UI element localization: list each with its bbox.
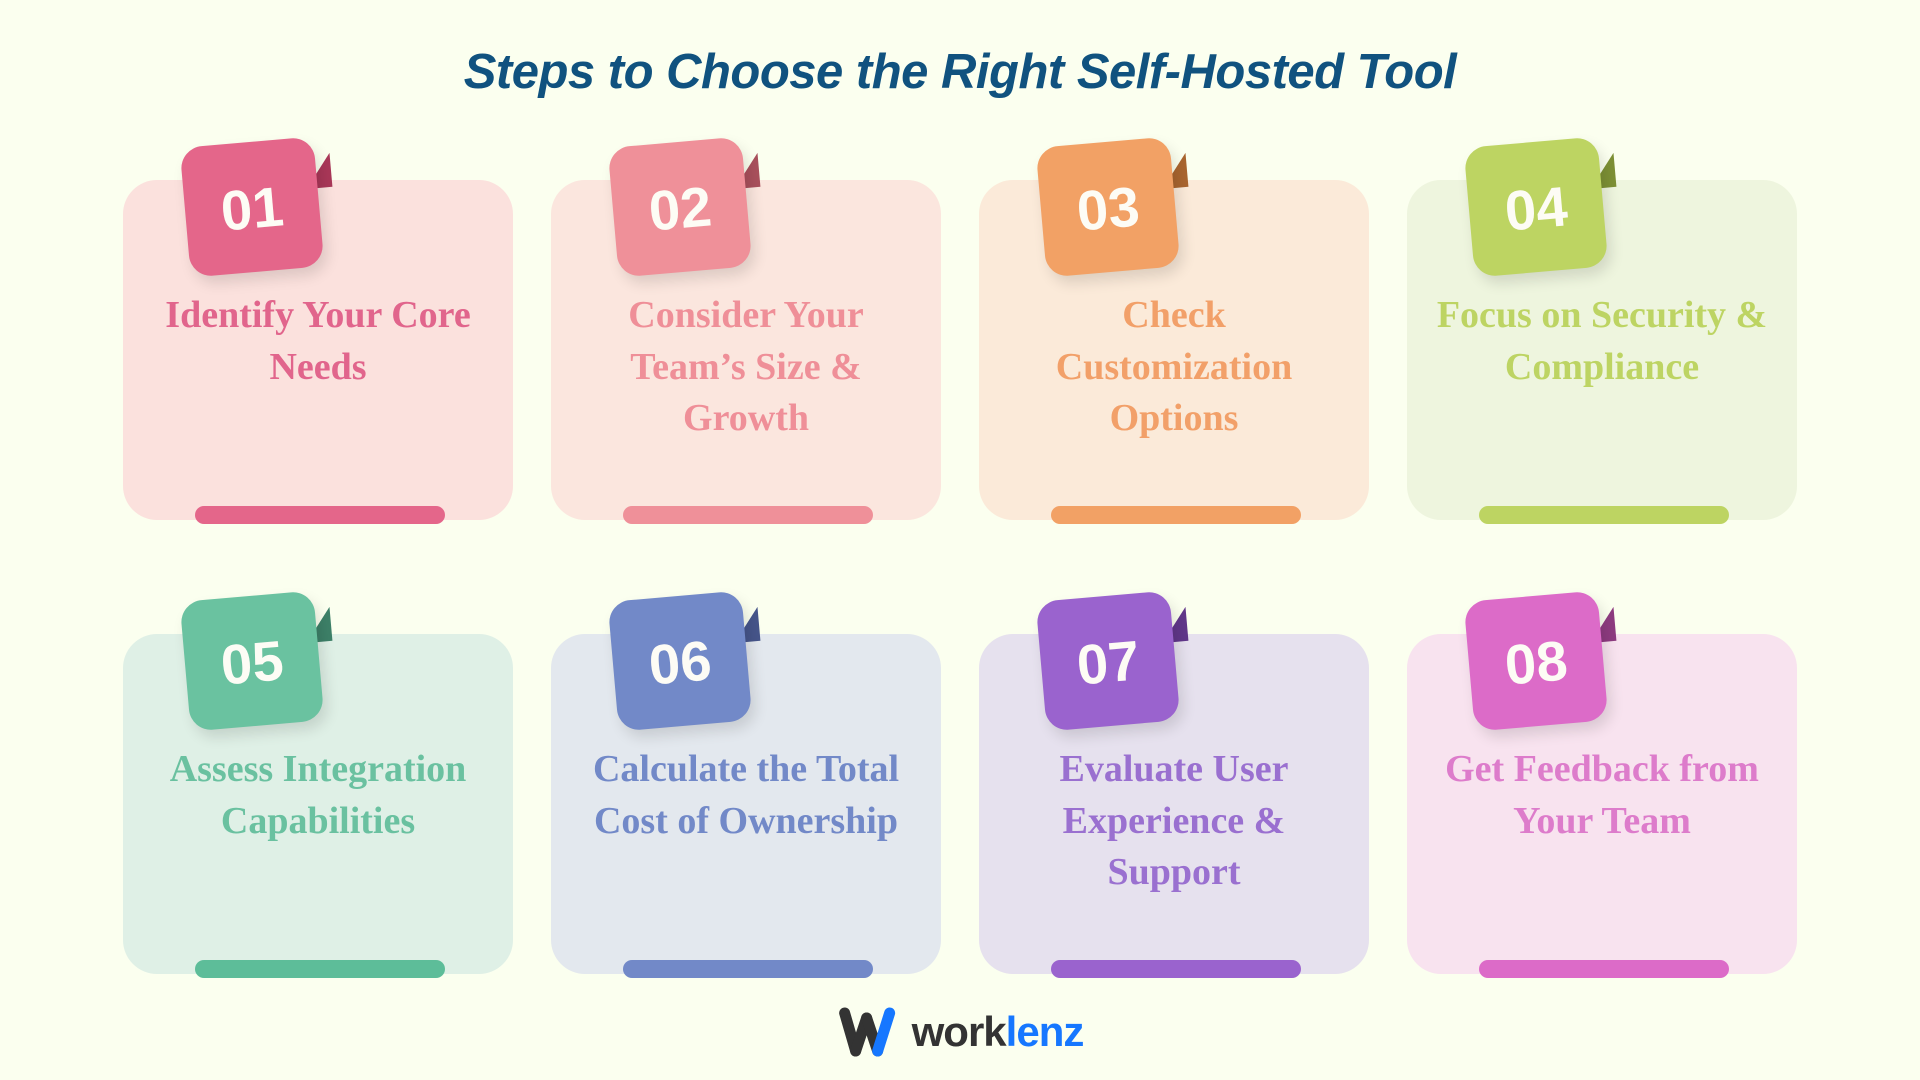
worklenz-wordmark: work lenz [911,1008,1085,1055]
step-title: Consider Your Team’s Size & Growth [628,293,864,440]
step-card-05: 05 Assess Integration Capabilities [123,590,513,978]
step-number-badge: 08 [1463,590,1609,732]
steps-grid: 01 Identify Your Core Needs 02 Consider … [120,136,1800,978]
logo-text-work: work [911,1008,1007,1055]
card-accent-bar [195,505,445,524]
logo-text-lenz: lenz [1005,1008,1085,1055]
step-number-badge: 06 [607,590,753,732]
page-title: Steps to Choose the Right Self-Hosted To… [463,45,1457,99]
step-title: Identify Your Core Needs [165,293,471,388]
card-accent-bar [623,505,873,524]
step-number-badge: 02 [607,136,753,278]
step-number-label: 06 [646,628,714,697]
card-accent-bar [1479,505,1729,524]
step-card-07: 07 Evaluate User Experience & Support [979,590,1369,978]
step-number-badge: 07 [1035,590,1181,732]
step-number-badge: 05 [179,590,325,732]
step-number-label: 04 [1502,174,1570,243]
step-number-badge: 04 [1463,136,1609,278]
step-title: Assess Integration Capabilities [169,747,467,842]
step-title: Get Feedback from Your Team [1445,747,1759,842]
step-card-02: 02 Consider Your Team’s Size & Growth [551,136,941,524]
card-accent-bar [623,959,873,978]
infographic-page: Steps to Choose the Right Self-Hosted To… [0,0,1920,1080]
card-accent-bar [1051,505,1301,524]
worklenz-logo: work lenz [837,1006,1084,1058]
step-card-03: 03 Check Customization Options [979,136,1369,524]
step-number-label: 07 [1074,628,1142,697]
step-title: Check Customization Options [1055,293,1293,440]
worklenz-w-mark-icon [839,1007,896,1057]
step-number-badge: 01 [179,136,325,278]
step-card-08: 08 Get Feedback from Your Team [1407,590,1797,978]
step-card-01: 01 Identify Your Core Needs [123,136,513,524]
step-number-label: 02 [646,174,714,243]
card-accent-bar [195,959,445,978]
step-number-label: 01 [218,174,286,243]
step-number-label: 05 [218,628,286,697]
step-card-04: 04 Focus on Security & Compliance [1407,136,1797,524]
step-title: Evaluate User Experience & Support [1059,747,1289,894]
step-number-label: 08 [1502,628,1570,697]
card-accent-bar [1051,959,1301,978]
card-accent-bar [1479,959,1729,978]
step-title: Focus on Security & Compliance [1436,293,1768,388]
step-card-06: 06 Calculate the Total Cost of Ownership [551,590,941,978]
step-number-label: 03 [1074,174,1142,243]
step-title: Calculate the Total Cost of Ownership [592,747,900,842]
step-number-badge: 03 [1035,136,1181,278]
